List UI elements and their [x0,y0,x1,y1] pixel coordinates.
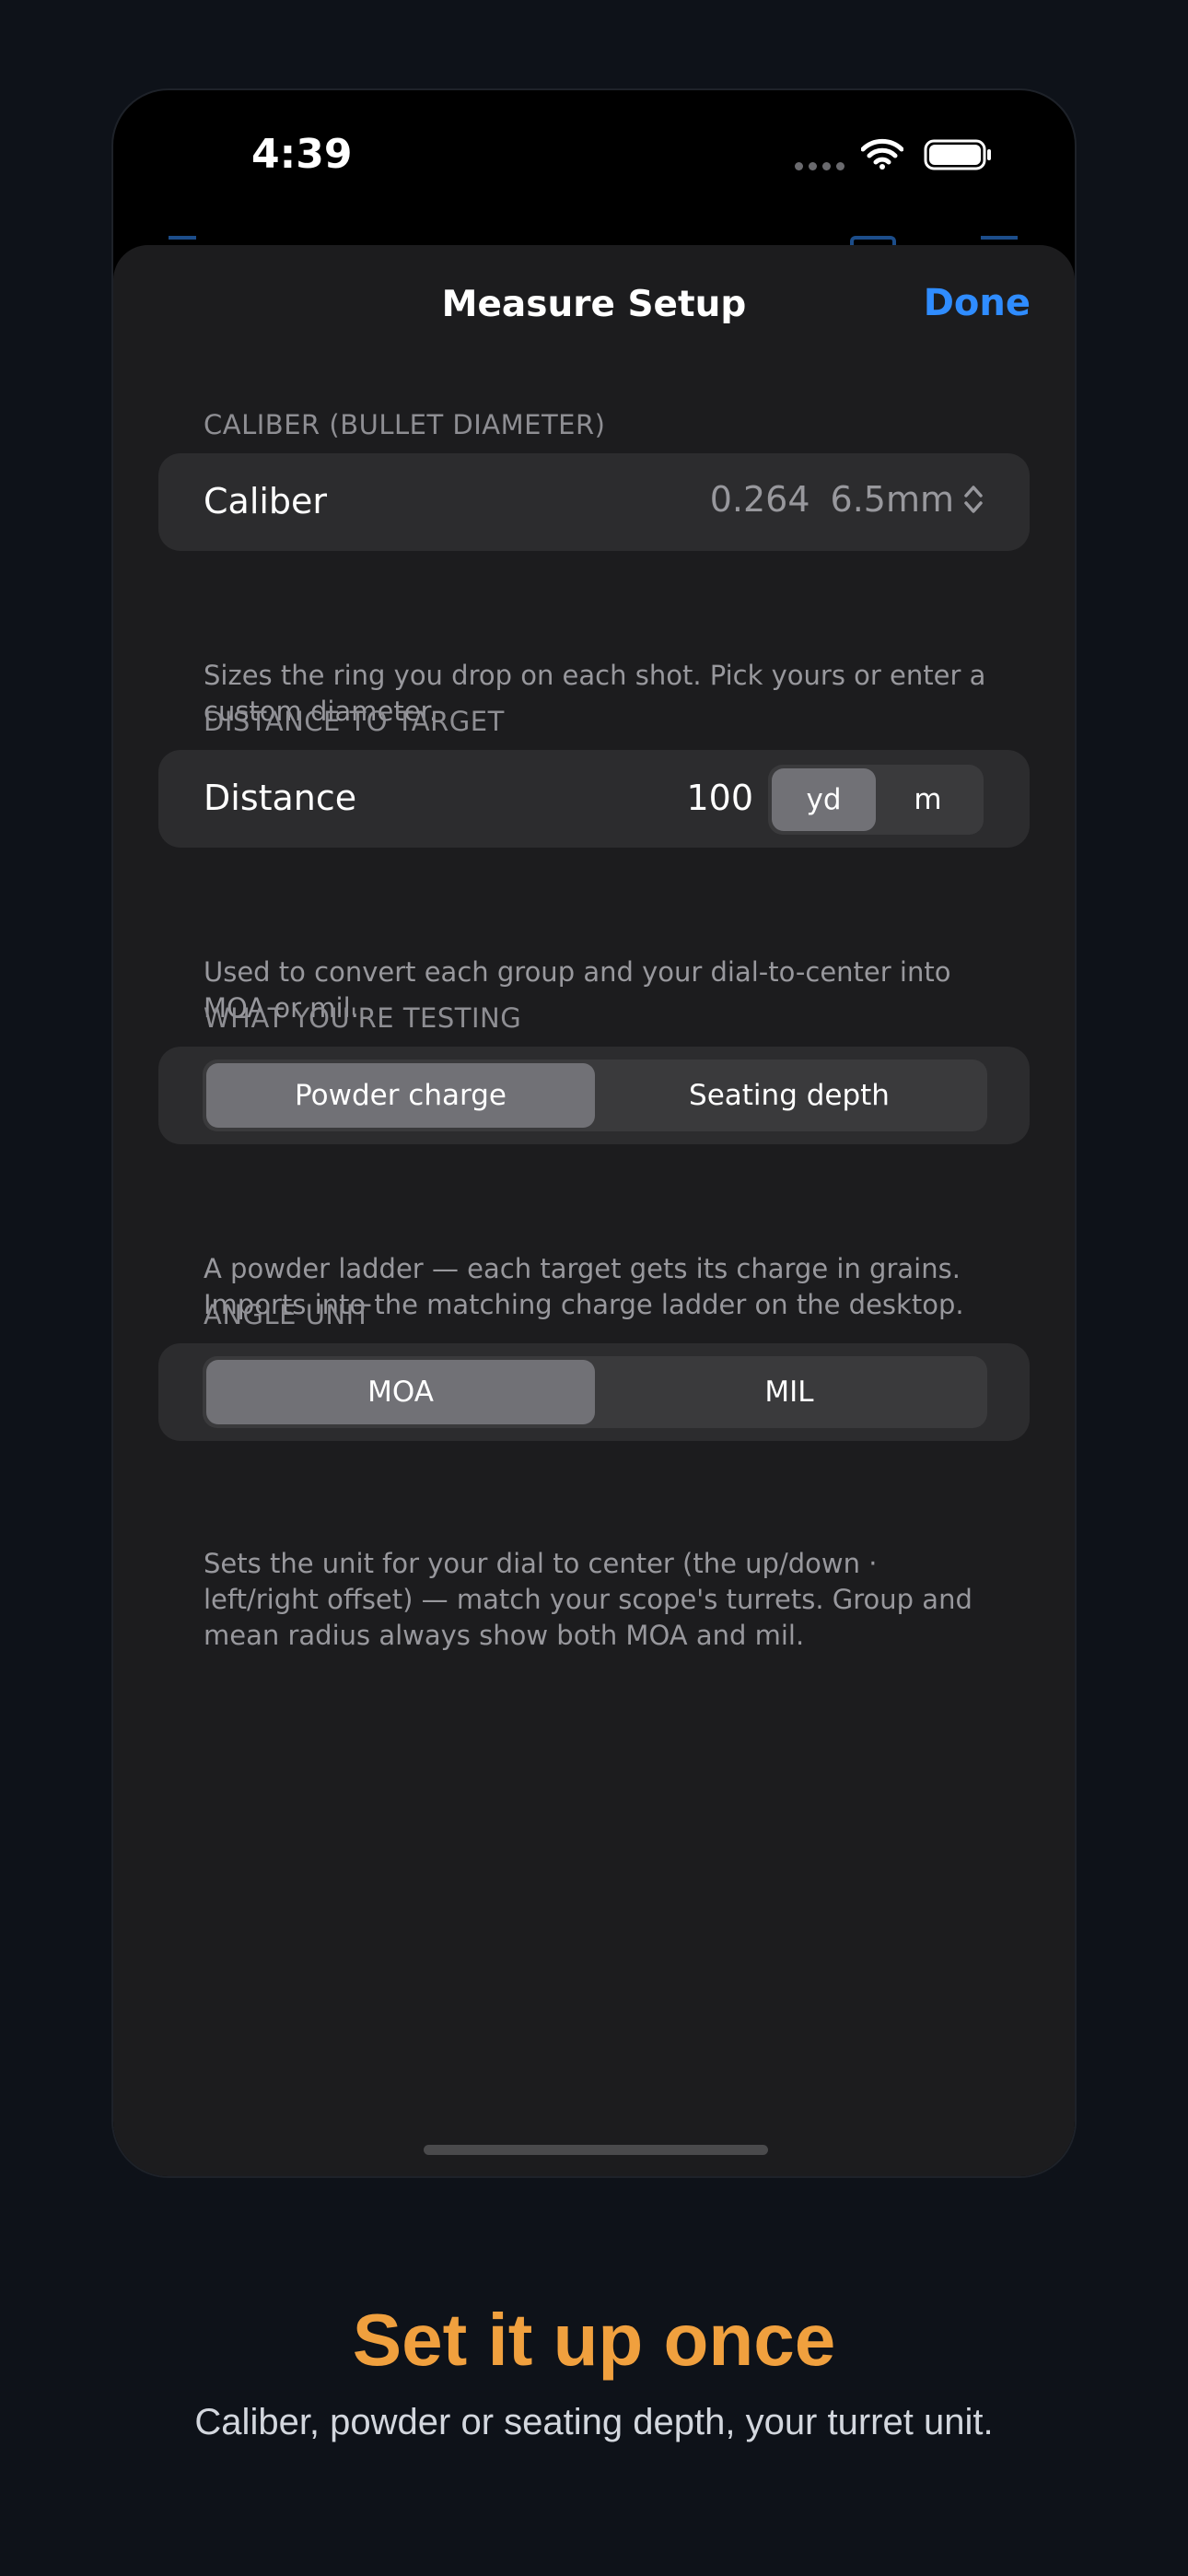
unit-option-m[interactable]: m [876,768,980,831]
cellular-signal-icon [795,162,844,170]
wifi-icon [861,138,903,170]
caliber-picker[interactable]: 0.264 6.5mm [710,479,984,520]
distance-unit-segmented-control: yd m [768,765,984,835]
angle-option-moa[interactable]: MOA [206,1360,595,1424]
caliber-value-inches: 0.264 [709,479,810,520]
status-time: 4:39 [251,131,353,178]
distance-row: Distance 100 yd m [158,750,1030,848]
caliber-value-mm: 6.5mm [830,479,954,520]
testing-option-seating-depth[interactable]: Seating depth [595,1063,984,1128]
home-indicator [424,2145,768,2155]
testing-segmented-control: Powder charge Seating depth [203,1060,987,1131]
angle-row: MOA MIL [158,1343,1030,1441]
caliber-row: Caliber 0.264 6.5mm [158,453,1030,551]
testing-option-powder-charge[interactable]: Powder charge [206,1063,595,1128]
testing-section-header: WHAT YOU'RE TESTING [204,1002,522,1034]
measure-setup-sheet: Measure Setup Done CALIBER (BULLET DIAME… [113,245,1075,2176]
battery-icon [924,139,991,170]
distance-label: Distance [204,778,357,818]
distance-value[interactable]: 100 [686,778,753,818]
chevron-up-down-icon [964,486,983,513]
promo-title: Set it up once [352,2299,836,2381]
done-button[interactable]: Done [924,282,1031,324]
angle-section-header: ANGLE UNIT [204,1299,371,1330]
angle-segmented-control: MOA MIL [203,1356,987,1428]
caliber-label: Caliber [204,481,328,521]
unit-option-yd[interactable]: yd [772,768,876,831]
promo-subtitle: Caliber, powder or seating depth, your t… [194,2402,994,2442]
angle-footer: Sets the unit for your dial to center (t… [204,1548,973,1651]
testing-row: Powder charge Seating depth [158,1047,1030,1144]
device-frame: 4:39 Measure Setup Done CALIBER (BULLET … [111,88,1077,2178]
angle-option-mil[interactable]: MIL [595,1360,984,1424]
caliber-section-header: CALIBER (BULLET DIAMETER) [204,409,606,440]
distance-section-header: DISTANCE TO TARGET [204,706,505,737]
